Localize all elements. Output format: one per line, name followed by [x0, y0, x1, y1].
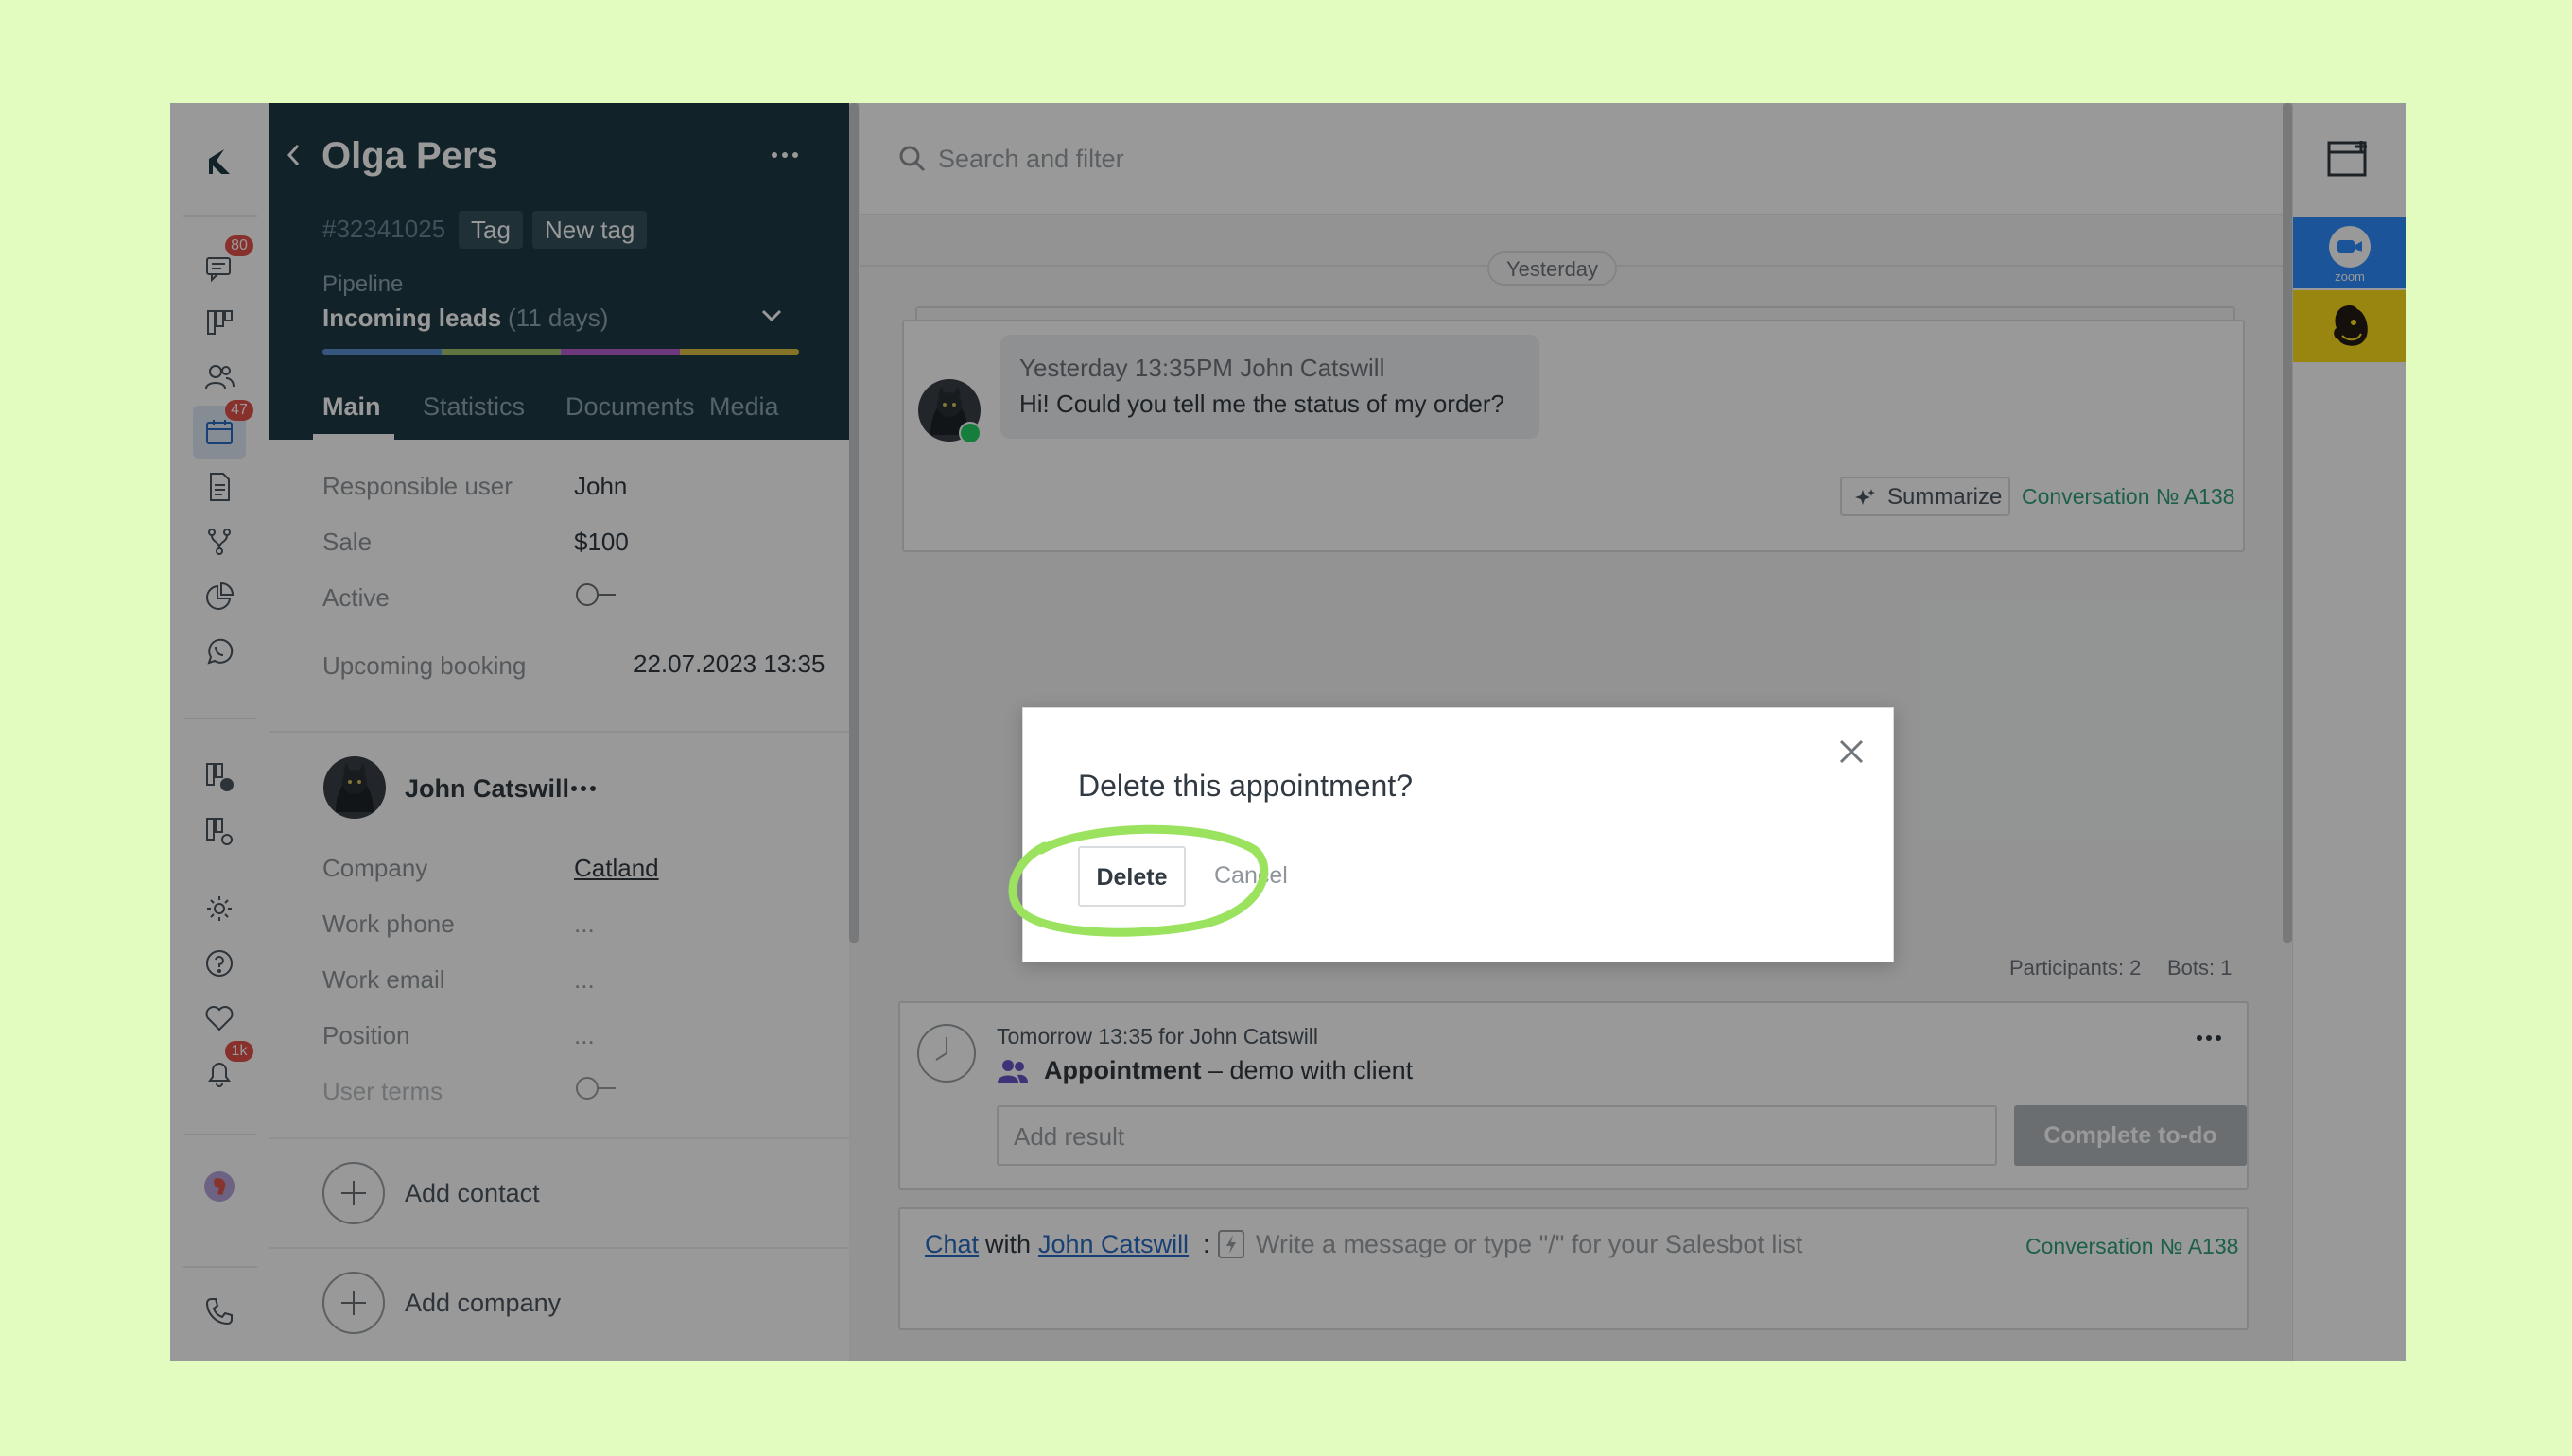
app-window: 80 47 1k Olga Pers #32341025 Tag New tag…: [170, 103, 2406, 1361]
highlight-ring: [1008, 824, 1269, 937]
dialog-title: Delete this appointment?: [1078, 769, 1413, 803]
close-icon[interactable]: [1838, 738, 1865, 765]
